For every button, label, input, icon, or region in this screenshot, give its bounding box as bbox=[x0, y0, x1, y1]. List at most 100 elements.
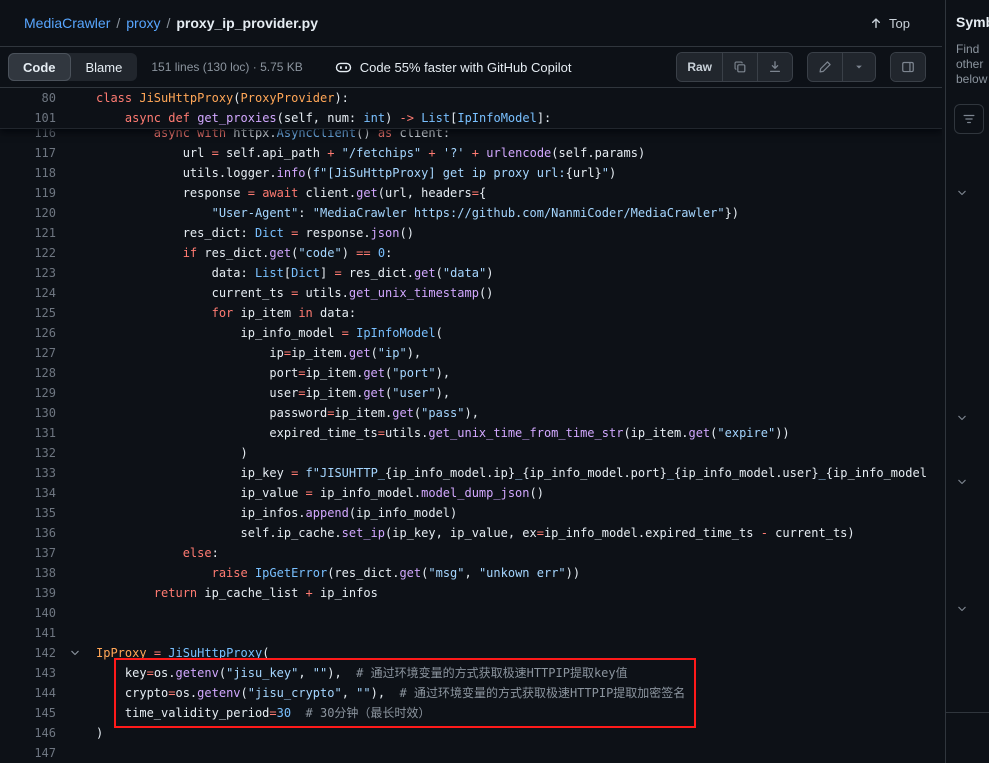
line-number[interactable]: 121 bbox=[0, 223, 56, 243]
code-token: "unkown err" bbox=[479, 566, 566, 580]
code-token: getenv bbox=[197, 686, 240, 700]
chevron-down-icon[interactable] bbox=[956, 475, 968, 487]
code-token: ip_info_model.expired_time_ts bbox=[544, 526, 761, 540]
code-line-text: ip_infos.append(ip_info_model) bbox=[96, 503, 457, 523]
code-token: os. bbox=[154, 666, 176, 680]
line-number[interactable]: 125 bbox=[0, 303, 56, 323]
line-number[interactable]: 101 bbox=[0, 108, 56, 128]
line-number[interactable]: 126 bbox=[0, 323, 56, 343]
code-token bbox=[96, 111, 125, 125]
symbols-desc-fragment: other bbox=[956, 57, 989, 72]
code-token: = bbox=[306, 486, 313, 500]
edit-dropdown-button[interactable] bbox=[842, 53, 875, 81]
line-number[interactable]: 116 bbox=[0, 129, 56, 143]
code-line-text: crypto=os.getenv("jisu_crypto", ""), # 通… bbox=[96, 683, 685, 703]
copilot-banner[interactable]: Code 55% faster with GitHub Copilot bbox=[335, 59, 572, 76]
code-line: 133 ip_key = f"JISUHTTP_{ip_info_model.i… bbox=[0, 463, 942, 483]
line-number[interactable]: 122 bbox=[0, 243, 56, 263]
code-line: 129 user=ip_item.get("user"), bbox=[0, 383, 942, 403]
line-number[interactable]: 117 bbox=[0, 143, 56, 163]
file-toolbar: Code Blame 151 lines (130 loc) · 5.75 KB… bbox=[0, 46, 942, 88]
line-number[interactable]: 147 bbox=[0, 743, 56, 763]
code-token: ( bbox=[219, 666, 226, 680]
line-number[interactable]: 137 bbox=[0, 543, 56, 563]
code-token: current_ts bbox=[96, 286, 291, 300]
line-number[interactable]: 139 bbox=[0, 583, 56, 603]
line-number[interactable]: 130 bbox=[0, 403, 56, 423]
code-line: 147 bbox=[0, 743, 942, 763]
code-token: IpInfoModel bbox=[457, 111, 536, 125]
line-number[interactable]: 134 bbox=[0, 483, 56, 503]
copy-button[interactable] bbox=[722, 53, 757, 81]
line-number[interactable]: 80 bbox=[0, 88, 56, 108]
code-token: httpx. bbox=[226, 129, 277, 140]
line-number[interactable]: 135 bbox=[0, 503, 56, 523]
code-viewer[interactable]: 80class JiSuHttpProxy(ProxyProvider):101… bbox=[0, 88, 942, 763]
code-line-text: ip_key = f"JISUHTTP_{ip_info_model.ip}_{… bbox=[96, 463, 927, 483]
code-token bbox=[334, 146, 341, 160]
line-number[interactable]: 146 bbox=[0, 723, 56, 743]
code-token: "MediaCrawler https://github.com/NanmiCo… bbox=[313, 206, 725, 220]
code-token: client. bbox=[298, 186, 356, 200]
code-token: "User-Agent" bbox=[212, 206, 299, 220]
download-button[interactable] bbox=[757, 53, 792, 81]
filter-button[interactable] bbox=[954, 104, 984, 134]
gutter bbox=[56, 203, 96, 223]
line-number[interactable]: 132 bbox=[0, 443, 56, 463]
code-token: ip_item. bbox=[306, 386, 364, 400]
gutter bbox=[56, 343, 96, 363]
code-token: "jisu_key" bbox=[226, 666, 298, 680]
code-token: as bbox=[378, 129, 392, 140]
line-number[interactable]: 127 bbox=[0, 343, 56, 363]
github-file-view: MediaCrawler / proxy / proxy_ip_provider… bbox=[0, 0, 989, 763]
line-number[interactable]: 118 bbox=[0, 163, 56, 183]
line-number[interactable]: 128 bbox=[0, 363, 56, 383]
raw-button[interactable]: Raw bbox=[677, 53, 722, 81]
line-number[interactable]: 124 bbox=[0, 283, 56, 303]
code-token: ] bbox=[320, 266, 334, 280]
chevron-down-icon[interactable] bbox=[956, 411, 968, 423]
code-token: : bbox=[385, 246, 392, 260]
code-token: get bbox=[269, 246, 291, 260]
tab-code[interactable]: Code bbox=[8, 53, 71, 81]
line-number[interactable]: 123 bbox=[0, 263, 56, 283]
breadcrumb-repo-link[interactable]: MediaCrawler bbox=[24, 15, 110, 31]
line-number[interactable]: 131 bbox=[0, 423, 56, 443]
gutter bbox=[56, 643, 96, 663]
code-token: ip_cache_list bbox=[197, 586, 305, 600]
filter-icon bbox=[962, 112, 976, 126]
tab-blame[interactable]: Blame bbox=[71, 53, 138, 81]
gutter bbox=[56, 183, 96, 203]
line-number[interactable]: 143 bbox=[0, 663, 56, 683]
code-token: ip_info_model bbox=[96, 326, 342, 340]
chevron-down-icon[interactable] bbox=[956, 186, 968, 198]
back-to-top-button[interactable]: Top bbox=[869, 16, 910, 31]
breadcrumb-folder-link[interactable]: proxy bbox=[126, 15, 160, 31]
symbols-panel: Symbols Find other below bbox=[945, 0, 989, 763]
code-token: = bbox=[342, 326, 349, 340]
symbols-panel-toggle-button[interactable] bbox=[891, 53, 925, 81]
line-number[interactable]: 142 bbox=[0, 643, 56, 663]
line-number[interactable]: 138 bbox=[0, 563, 56, 583]
line-number[interactable]: 133 bbox=[0, 463, 56, 483]
code-token: == bbox=[356, 246, 370, 260]
line-number[interactable]: 145 bbox=[0, 703, 56, 723]
code-token: (self, num: bbox=[277, 111, 364, 125]
edit-button[interactable] bbox=[808, 53, 842, 81]
chevron-down-icon[interactable] bbox=[956, 602, 968, 614]
line-number[interactable]: 141 bbox=[0, 623, 56, 643]
arrow-up-icon bbox=[869, 16, 883, 30]
code-token: {ip_info_model bbox=[826, 466, 927, 480]
line-number[interactable]: 129 bbox=[0, 383, 56, 403]
line-number[interactable]: 119 bbox=[0, 183, 56, 203]
code-line-text: time_validity_period=30 # 30分钟（最长时效） bbox=[96, 703, 430, 723]
code-token: }) bbox=[725, 206, 739, 220]
symbols-panel-description: Find other below bbox=[946, 30, 989, 87]
line-number[interactable]: 140 bbox=[0, 603, 56, 623]
line-number[interactable]: 144 bbox=[0, 683, 56, 703]
collapse-chevron-icon[interactable] bbox=[69, 647, 81, 659]
code-token: "" bbox=[356, 686, 370, 700]
line-number[interactable]: 120 bbox=[0, 203, 56, 223]
code-token: ( bbox=[233, 91, 240, 105]
line-number[interactable]: 136 bbox=[0, 523, 56, 543]
